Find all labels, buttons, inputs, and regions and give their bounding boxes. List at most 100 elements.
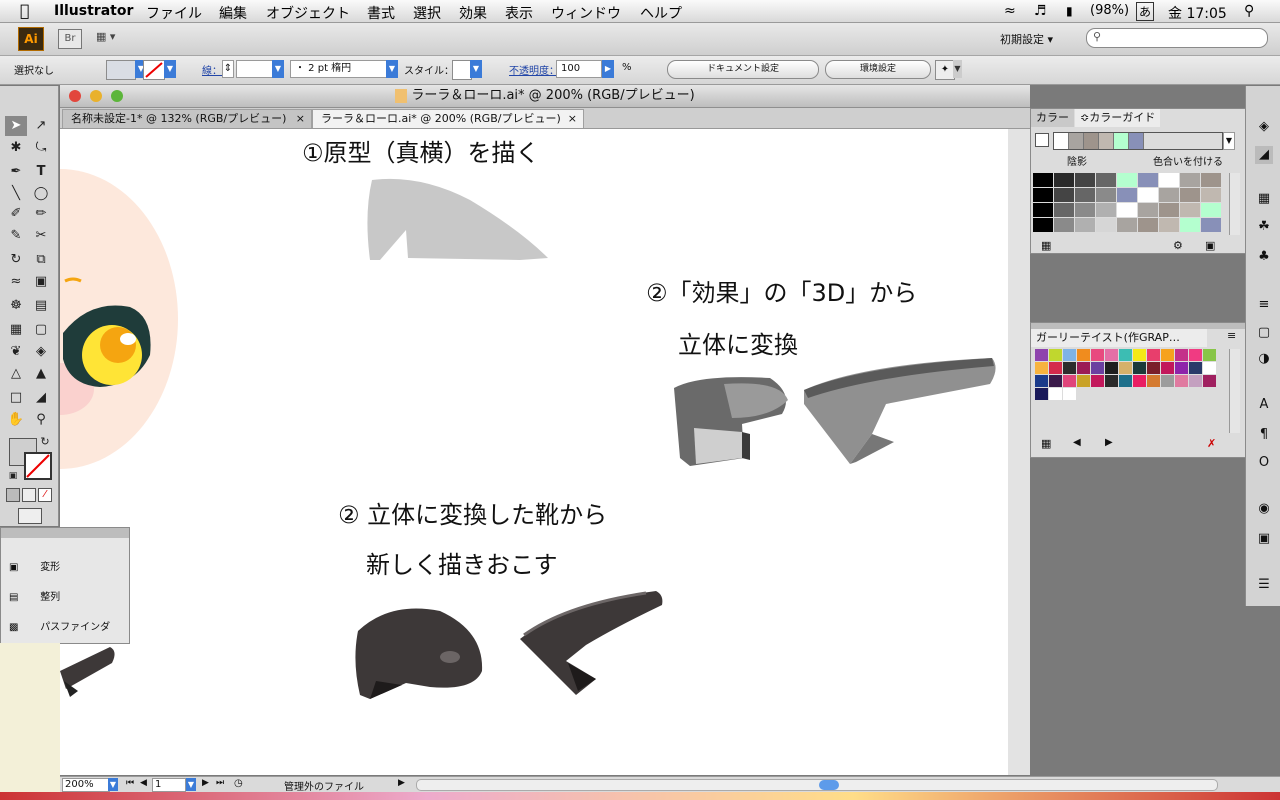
- library-swatch[interactable]: [1119, 349, 1132, 361]
- selection-tool-icon[interactable]: ➤: [5, 116, 27, 136]
- artboard-dropdown-icon[interactable]: ▼: [186, 778, 196, 791]
- menu-select[interactable]: 選択: [413, 3, 441, 23]
- stroke-weight-dropdown-icon[interactable]: ▼: [272, 60, 284, 78]
- artboard-canvas[interactable]: ①原型（真横）を描く ②「効果」の「3D」から 立体に変換 ② 立体に変換した靴…: [60, 129, 1008, 775]
- screen-mode-icon[interactable]: [18, 508, 42, 524]
- brush-dropdown-icon[interactable]: ▼: [386, 60, 398, 78]
- opacity-dropdown-icon[interactable]: ▶: [602, 60, 614, 78]
- library-swatch[interactable]: [1091, 349, 1104, 361]
- magic-wand-tool-icon[interactable]: ✱: [5, 138, 27, 158]
- menu-object[interactable]: オブジェクト: [266, 3, 350, 23]
- library-swatch[interactable]: [1063, 375, 1076, 387]
- edit-colors-icon[interactable]: ⚙: [1173, 239, 1183, 252]
- variation-swatch[interactable]: [1117, 203, 1137, 217]
- clock[interactable]: 金 17:05: [1168, 3, 1227, 23]
- swatch-grid[interactable]: [1035, 349, 1227, 433]
- library-swatch[interactable]: [1063, 349, 1076, 361]
- volume-icon[interactable]: ♬: [1034, 3, 1047, 19]
- library-swatch[interactable]: [1035, 349, 1048, 361]
- color-mode-icon[interactable]: [6, 488, 20, 502]
- opacity-label[interactable]: 不透明度：: [509, 62, 559, 77]
- variation-swatch[interactable]: [1054, 218, 1074, 232]
- last-artboard-icon[interactable]: ⏭: [216, 778, 224, 788]
- menu-help[interactable]: ヘルプ: [640, 3, 682, 23]
- variation-swatch[interactable]: [1075, 173, 1095, 187]
- tab-color[interactable]: カラー: [1031, 109, 1074, 127]
- variation-swatch[interactable]: [1117, 218, 1137, 232]
- library-swatch[interactable]: [1189, 349, 1202, 361]
- swap-fill-stroke-icon[interactable]: ↻: [38, 432, 52, 452]
- horizontal-scrollbar[interactable]: [416, 779, 1218, 791]
- library-swatch[interactable]: [1035, 388, 1048, 400]
- battery-icon[interactable]: ▮: [1066, 4, 1073, 18]
- save-color-group-icon[interactable]: ▣: [1205, 239, 1215, 252]
- color-variation-grid[interactable]: [1033, 173, 1225, 235]
- previous-artboard-icon[interactable]: ◀: [140, 778, 147, 788]
- variation-swatch[interactable]: [1075, 218, 1095, 232]
- document-setup-button[interactable]: ドキュメント設定: [667, 60, 819, 79]
- app-menu[interactable]: Illustrator: [54, 3, 133, 19]
- paragraph-panel-icon[interactable]: ¶: [1255, 426, 1273, 444]
- tab-untitled[interactable]: 名称未設定-1* @ 132% (RGB/プレビュー) ×: [62, 109, 312, 128]
- library-swatch[interactable]: [1133, 375, 1146, 387]
- graph-tool-icon[interactable]: ▤: [30, 296, 52, 316]
- menu-window[interactable]: ウィンドウ: [551, 3, 621, 23]
- symbol-sprayer-tool-icon[interactable]: ☸: [5, 296, 27, 316]
- harmony-swatch[interactable]: [1099, 133, 1114, 149]
- library-swatch[interactable]: [1063, 388, 1076, 400]
- live-paint-selection-tool-icon[interactable]: ▲: [30, 364, 52, 384]
- variation-swatch[interactable]: [1033, 203, 1053, 217]
- panel-menu-icon[interactable]: ≡: [1227, 329, 1236, 342]
- library-swatch[interactable]: [1203, 349, 1216, 361]
- menu-file[interactable]: ファイル: [146, 3, 202, 23]
- stroke-dropdown-icon[interactable]: ▼: [164, 60, 176, 78]
- paintbrush-tool-icon[interactable]: ✐: [5, 204, 27, 224]
- none-mode-icon[interactable]: ⁄: [38, 488, 52, 502]
- harmony-swatch[interactable]: [1069, 133, 1084, 149]
- base-color-swatch[interactable]: [1035, 133, 1049, 147]
- color-guide-panel-icon[interactable]: ◢: [1255, 146, 1273, 164]
- variation-swatch[interactable]: [1054, 188, 1074, 202]
- library-swatch[interactable]: [1091, 375, 1104, 387]
- delete-swatch-icon[interactable]: ✗: [1207, 437, 1216, 450]
- library-swatch[interactable]: [1175, 349, 1188, 361]
- warp-tool-icon[interactable]: ≈: [5, 272, 27, 292]
- spotlight-icon[interactable]: ⚲: [1244, 3, 1254, 19]
- gradient-tool-icon[interactable]: ▢: [30, 320, 52, 340]
- panel-header[interactable]: [1, 528, 129, 538]
- swatch-library-menu-icon[interactable]: ▦: [1041, 437, 1051, 450]
- library-swatch[interactable]: [1063, 362, 1076, 374]
- library-swatch[interactable]: [1077, 375, 1090, 387]
- character-panel-icon[interactable]: A: [1255, 396, 1273, 414]
- harmony-swatch[interactable]: [1114, 133, 1129, 149]
- wifi-icon[interactable]: ≈: [1004, 3, 1016, 19]
- tab-lala-lolo[interactable]: ラーラ＆ローロ.ai* @ 200% (RGB/プレビュー) ×: [312, 109, 584, 128]
- library-swatch[interactable]: [1119, 362, 1132, 374]
- symbols-panel-icon[interactable]: ♣: [1255, 248, 1273, 266]
- variation-swatch[interactable]: [1201, 218, 1221, 232]
- variation-swatch[interactable]: [1180, 173, 1200, 187]
- library-swatch[interactable]: [1119, 375, 1132, 387]
- library-swatch[interactable]: [1203, 362, 1216, 374]
- preferences-button[interactable]: 環境設定: [825, 60, 931, 79]
- version-cue-icon[interactable]: ◷: [234, 778, 243, 789]
- hand-tool-icon[interactable]: ✋: [5, 410, 27, 430]
- panel-item-align[interactable]: ▤ 整列: [9, 588, 60, 603]
- line-tool-icon[interactable]: ╲: [5, 184, 27, 204]
- zoom-tool-icon[interactable]: ⚲: [30, 410, 52, 430]
- library-swatch[interactable]: [1077, 349, 1090, 361]
- library-swatch[interactable]: [1147, 362, 1160, 374]
- next-library-icon[interactable]: ▶: [1105, 437, 1113, 448]
- swatch-library-tab[interactable]: ガーリーテイスト(作GRAP…: [1031, 329, 1207, 347]
- library-swatch[interactable]: [1035, 362, 1048, 374]
- brush-definition-field[interactable]: ・ 2 pt 楕円: [290, 60, 388, 78]
- workspace-switcher[interactable]: 初期設定 ▾: [1000, 31, 1053, 47]
- live-paint-bucket-tool-icon[interactable]: △: [5, 364, 27, 384]
- variation-swatch[interactable]: [1054, 173, 1074, 187]
- gradient-panel-icon[interactable]: ▢: [1255, 324, 1273, 342]
- graphic-styles-panel-icon[interactable]: ▣: [1255, 530, 1273, 548]
- close-window-button[interactable]: [69, 90, 81, 102]
- library-swatch[interactable]: [1035, 375, 1048, 387]
- library-swatch[interactable]: [1161, 362, 1174, 374]
- harmony-swatch[interactable]: [1129, 133, 1144, 149]
